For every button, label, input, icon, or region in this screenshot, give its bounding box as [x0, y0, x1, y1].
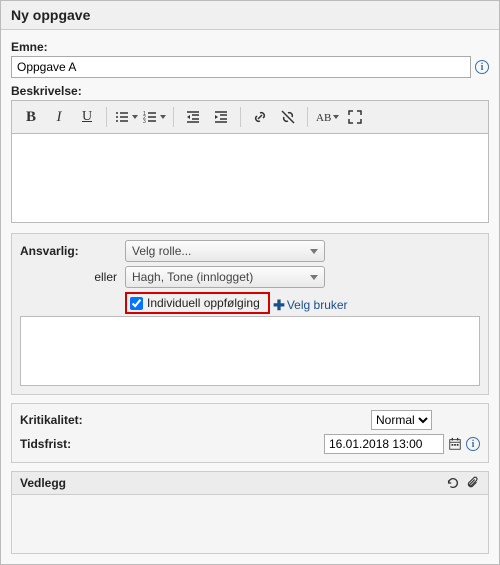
- responsible-section: Ansvarlig: Velg rolle... eller Hagh, Ton…: [11, 233, 489, 395]
- individual-follow-up-box: Individuell oppfølging: [125, 292, 270, 314]
- deadline-label: Tidsfrist:: [20, 437, 324, 451]
- info-icon[interactable]: i: [475, 60, 489, 74]
- link-icon: [252, 109, 268, 125]
- attachments-label: Vedlegg: [20, 476, 66, 490]
- calendar-icon[interactable]: [448, 437, 462, 451]
- unlink-icon: [280, 109, 296, 125]
- paperclip-icon[interactable]: [466, 476, 480, 490]
- indent-button[interactable]: [208, 105, 234, 129]
- meta-section: Kritikalitet: Normal Tidsfrist: i: [11, 403, 489, 463]
- toolbar-separator: [307, 107, 308, 127]
- outdent-icon: [185, 109, 201, 125]
- svg-text:ABC: ABC: [316, 112, 331, 124]
- criticality-select[interactable]: Normal: [371, 410, 432, 430]
- format-icon: ABC: [315, 109, 331, 125]
- page-title: Ny oppgave: [1, 1, 499, 30]
- numbered-list-button[interactable]: 123: [141, 105, 167, 129]
- toolbar-separator: [173, 107, 174, 127]
- editor-toolbar: B I U 123: [11, 100, 489, 133]
- deadline-input[interactable]: [324, 434, 444, 454]
- plus-icon: ✚: [273, 297, 285, 314]
- form-content: Emne: i Beskrivelse: B I U 123: [1, 30, 499, 564]
- pick-user-label: Velg bruker: [287, 298, 348, 312]
- pick-user-link[interactable]: ✚ Velg bruker: [273, 297, 347, 314]
- link-button[interactable]: [247, 105, 273, 129]
- responsible-label: Ansvarlig:: [20, 244, 125, 258]
- chevron-down-icon: [310, 249, 318, 254]
- description-label: Beskrivelse:: [11, 84, 489, 98]
- subject-input[interactable]: [11, 56, 471, 78]
- user-select[interactable]: Hagh, Tone (innlogget): [125, 266, 325, 288]
- attachments-header: Vedlegg: [11, 471, 489, 494]
- svg-text:3: 3: [143, 119, 146, 125]
- criticality-label: Kritikalitet:: [20, 413, 371, 427]
- individual-follow-up-label: Individuell oppfølging: [147, 296, 260, 310]
- bullet-list-icon: [114, 109, 130, 125]
- numbered-list-icon: 123: [142, 109, 158, 125]
- format-button[interactable]: ABC: [314, 105, 340, 129]
- toolbar-separator: [106, 107, 107, 127]
- user-select-value: Hagh, Tone (innlogget): [132, 270, 253, 284]
- individual-follow-up-checkbox[interactable]: [130, 297, 143, 310]
- indent-icon: [213, 109, 229, 125]
- italic-button[interactable]: I: [46, 105, 72, 129]
- or-label: eller: [20, 270, 125, 284]
- role-select[interactable]: Velg rolle...: [125, 240, 325, 262]
- bold-button[interactable]: B: [18, 105, 44, 129]
- unlink-button[interactable]: [275, 105, 301, 129]
- toolbar-separator: [240, 107, 241, 127]
- fullscreen-icon: [347, 109, 363, 125]
- info-icon[interactable]: i: [466, 437, 480, 451]
- attachments-area[interactable]: [11, 494, 489, 554]
- fullscreen-button[interactable]: [342, 105, 368, 129]
- refresh-icon[interactable]: [446, 476, 460, 490]
- description-editor[interactable]: [11, 133, 489, 223]
- bullet-list-button[interactable]: [113, 105, 139, 129]
- user-list-area[interactable]: [20, 316, 480, 386]
- outdent-button[interactable]: [180, 105, 206, 129]
- chevron-down-icon: [310, 275, 318, 280]
- subject-label: Emne:: [11, 40, 489, 54]
- underline-button[interactable]: U: [74, 105, 100, 129]
- task-panel: Ny oppgave Emne: i Beskrivelse: B I U 12…: [0, 0, 500, 565]
- role-select-value: Velg rolle...: [132, 244, 191, 258]
